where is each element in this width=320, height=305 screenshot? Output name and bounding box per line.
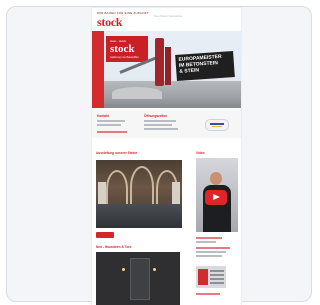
hours-line [144, 120, 176, 122]
front-door [130, 258, 150, 300]
hero-silo [155, 38, 164, 86]
stock-logo[interactable]: stock [97, 16, 122, 28]
hero-red-stripe [92, 31, 104, 108]
video-thumbnail[interactable] [196, 158, 238, 232]
video-link[interactable] [196, 237, 222, 239]
article-link[interactable] [196, 293, 220, 295]
hero-banner: EUROPAMEISTER IM BETONSTEIN & STEIN [175, 51, 235, 81]
play-icon[interactable] [205, 190, 227, 205]
gallery-floor [96, 204, 182, 228]
gallery-arch [130, 166, 154, 208]
gallery-more-button[interactable] [96, 232, 114, 238]
presenter-head [210, 172, 222, 185]
hero-gravel-pile [112, 87, 162, 99]
newsletter-masthead: WIR BAUEN FÜR EINE ZUKUNFT stock Das Sto… [92, 8, 241, 30]
hero-image[interactable]: stein · stock stock Lieferung von Bausto… [92, 31, 241, 108]
article-link[interactable] [196, 247, 230, 249]
wall-lamp [122, 268, 125, 271]
article-line [196, 255, 222, 257]
thumbnail-red-block [198, 269, 208, 285]
article-line [196, 251, 226, 253]
video-caption [196, 241, 216, 243]
partner-badge[interactable] [205, 119, 229, 131]
article-thumbnail[interactable] [196, 266, 226, 288]
gallery-panel [172, 182, 180, 204]
door-image[interactable] [96, 252, 180, 305]
contact-email-link[interactable] [97, 131, 127, 133]
video-section-title: Video [196, 151, 205, 155]
hours-line [144, 128, 178, 130]
hero-silo-secondary [165, 47, 171, 85]
doors-section-title: Neu - Haustüren & Tore [96, 245, 132, 249]
hours-line [144, 124, 172, 126]
gallery-section-title: Ausstellung unserer Steine [96, 151, 138, 155]
thumbnail-text-lines [210, 270, 224, 272]
gallery-arch [106, 170, 128, 208]
newsletter-preview[interactable]: WIR BAUEN FÜR EINE ZUKUNFT stock Das Sto… [92, 8, 241, 305]
hours-title: Öffnungszeiten [144, 114, 168, 118]
masthead-note: Das Stock Newsletter [154, 14, 183, 18]
contact-strip: Kontakt Öffnungszeiten [92, 110, 241, 138]
contact-title: Kontakt [97, 114, 109, 118]
gallery-panel [98, 182, 106, 204]
hero-logo-subtitle: Lieferung von Baustoffen [110, 56, 139, 59]
wall-lamp [153, 268, 156, 271]
hero-logo: stock [110, 43, 135, 55]
contact-line [97, 124, 121, 126]
gallery-image[interactable] [96, 160, 182, 228]
contact-line [97, 120, 125, 122]
